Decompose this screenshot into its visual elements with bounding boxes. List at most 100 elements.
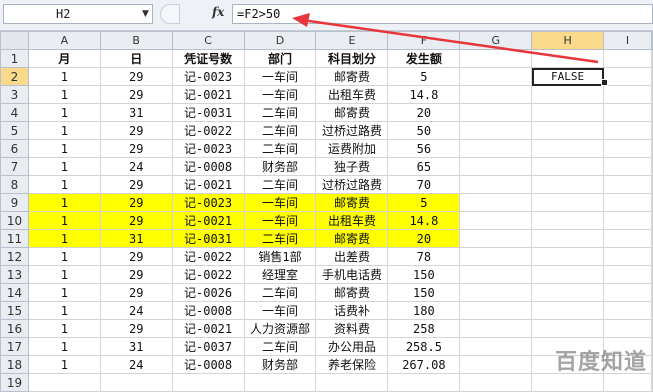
row-header-15[interactable]: 15: [0, 301, 29, 320]
cell-c10[interactable]: 记-0021: [171, 211, 245, 230]
cell-c12[interactable]: 记-0022: [171, 247, 245, 266]
cell-g14[interactable]: [459, 283, 533, 302]
cell-a9[interactable]: 1: [27, 193, 101, 212]
row-header-12[interactable]: 12: [0, 247, 29, 266]
cell-d4[interactable]: 二车间: [243, 103, 317, 122]
column-header-b[interactable]: B: [99, 31, 173, 50]
column-header-c[interactable]: C: [171, 31, 245, 50]
cell-c2[interactable]: 记-0023: [171, 67, 245, 86]
row-header-17[interactable]: 17: [0, 337, 29, 356]
cell-i7[interactable]: [603, 157, 652, 176]
cell-i13[interactable]: [603, 265, 652, 284]
cell-c11[interactable]: 记-0031: [171, 229, 245, 248]
row-header-16[interactable]: 16: [0, 319, 29, 338]
cell-a12[interactable]: 1: [27, 247, 101, 266]
cell-d9[interactable]: 一车间: [243, 193, 317, 212]
cell-a6[interactable]: 1: [27, 139, 101, 158]
cell-d16[interactable]: 人力资源部: [243, 319, 317, 338]
cell-i10[interactable]: [603, 211, 652, 230]
cell-g3[interactable]: [459, 85, 533, 104]
cell-f8[interactable]: 70: [387, 175, 461, 194]
cell-d19[interactable]: [243, 373, 317, 392]
column-header-i[interactable]: I: [603, 31, 652, 50]
cell-f16[interactable]: 258: [387, 319, 461, 338]
cell-c4[interactable]: 记-0031: [171, 103, 245, 122]
cell-g17[interactable]: [459, 337, 533, 356]
cell-d13[interactable]: 经理室: [243, 265, 317, 284]
cell-b14[interactable]: 29: [99, 283, 173, 302]
formula-bar-splitter-button[interactable]: [160, 4, 180, 24]
row-header-11[interactable]: 11: [0, 229, 29, 248]
cell-c7[interactable]: 记-0008: [171, 157, 245, 176]
cell-a5[interactable]: 1: [27, 121, 101, 140]
cell-a15[interactable]: 1: [27, 301, 101, 320]
cell-h10[interactable]: [531, 211, 605, 230]
cell-i5[interactable]: [603, 121, 652, 140]
cell-e12[interactable]: 出差费: [315, 247, 389, 266]
cell-d6[interactable]: 二车间: [243, 139, 317, 158]
cell-g15[interactable]: [459, 301, 533, 320]
cell-b10[interactable]: 29: [99, 211, 173, 230]
cell-f5[interactable]: 50: [387, 121, 461, 140]
cell-c3[interactable]: 记-0021: [171, 85, 245, 104]
row-header-18[interactable]: 18: [0, 355, 29, 374]
cell-e4[interactable]: 邮寄费: [315, 103, 389, 122]
cell-b6[interactable]: 29: [99, 139, 173, 158]
cell-e15[interactable]: 话费补: [315, 301, 389, 320]
cell-e9[interactable]: 邮寄费: [315, 193, 389, 212]
cell-b9[interactable]: 29: [99, 193, 173, 212]
column-header-d[interactable]: D: [243, 31, 317, 50]
row-header-7[interactable]: 7: [0, 157, 29, 176]
cell-d7[interactable]: 财务部: [243, 157, 317, 176]
select-all-corner[interactable]: [0, 31, 29, 50]
cell-i2[interactable]: [603, 67, 652, 86]
row-header-4[interactable]: 4: [0, 103, 29, 122]
cell-d11[interactable]: 二车间: [243, 229, 317, 248]
cell-a19[interactable]: [27, 373, 101, 392]
cell-h12[interactable]: [531, 247, 605, 266]
cell-d2[interactable]: 一车间: [243, 67, 317, 86]
cell-h15[interactable]: [531, 301, 605, 320]
cell-a17[interactable]: 1: [27, 337, 101, 356]
cell-i3[interactable]: [603, 85, 652, 104]
cell-e1[interactable]: 科目划分: [315, 49, 389, 68]
row-header-8[interactable]: 8: [0, 175, 29, 194]
cell-i14[interactable]: [603, 283, 652, 302]
cell-e8[interactable]: 过桥过路费: [315, 175, 389, 194]
row-header-14[interactable]: 14: [0, 283, 29, 302]
cell-i16[interactable]: [603, 319, 652, 338]
cell-f18[interactable]: 267.08: [387, 355, 461, 374]
cell-h3[interactable]: [531, 85, 605, 104]
cell-g4[interactable]: [459, 103, 533, 122]
cell-c1[interactable]: 凭证号数: [171, 49, 245, 68]
cell-b19[interactable]: [99, 373, 173, 392]
cell-h4[interactable]: [531, 103, 605, 122]
cell-h14[interactable]: [531, 283, 605, 302]
cell-c9[interactable]: 记-0023: [171, 193, 245, 212]
cell-c16[interactable]: 记-0021: [171, 319, 245, 338]
cell-d15[interactable]: 一车间: [243, 301, 317, 320]
cell-g7[interactable]: [459, 157, 533, 176]
cell-a13[interactable]: 1: [27, 265, 101, 284]
cell-h16[interactable]: [531, 319, 605, 338]
cell-g2[interactable]: [459, 67, 533, 86]
column-header-f[interactable]: F: [387, 31, 461, 50]
row-header-10[interactable]: 10: [0, 211, 29, 230]
cell-b17[interactable]: 31: [99, 337, 173, 356]
cell-d3[interactable]: 一车间: [243, 85, 317, 104]
cell-c18[interactable]: 记-0008: [171, 355, 245, 374]
name-box[interactable]: H2: [3, 4, 153, 24]
cell-i8[interactable]: [603, 175, 652, 194]
cell-a11[interactable]: 1: [27, 229, 101, 248]
name-box-dropdown-icon[interactable]: ▼: [142, 4, 149, 24]
cell-g10[interactable]: [459, 211, 533, 230]
cell-a8[interactable]: 1: [27, 175, 101, 194]
cell-e17[interactable]: 办公用品: [315, 337, 389, 356]
cell-d5[interactable]: 二车间: [243, 121, 317, 140]
cell-d1[interactable]: 部门: [243, 49, 317, 68]
cell-f11[interactable]: 20: [387, 229, 461, 248]
cell-g12[interactable]: [459, 247, 533, 266]
cell-g11[interactable]: [459, 229, 533, 248]
column-header-g[interactable]: G: [459, 31, 533, 50]
cell-f7[interactable]: 65: [387, 157, 461, 176]
